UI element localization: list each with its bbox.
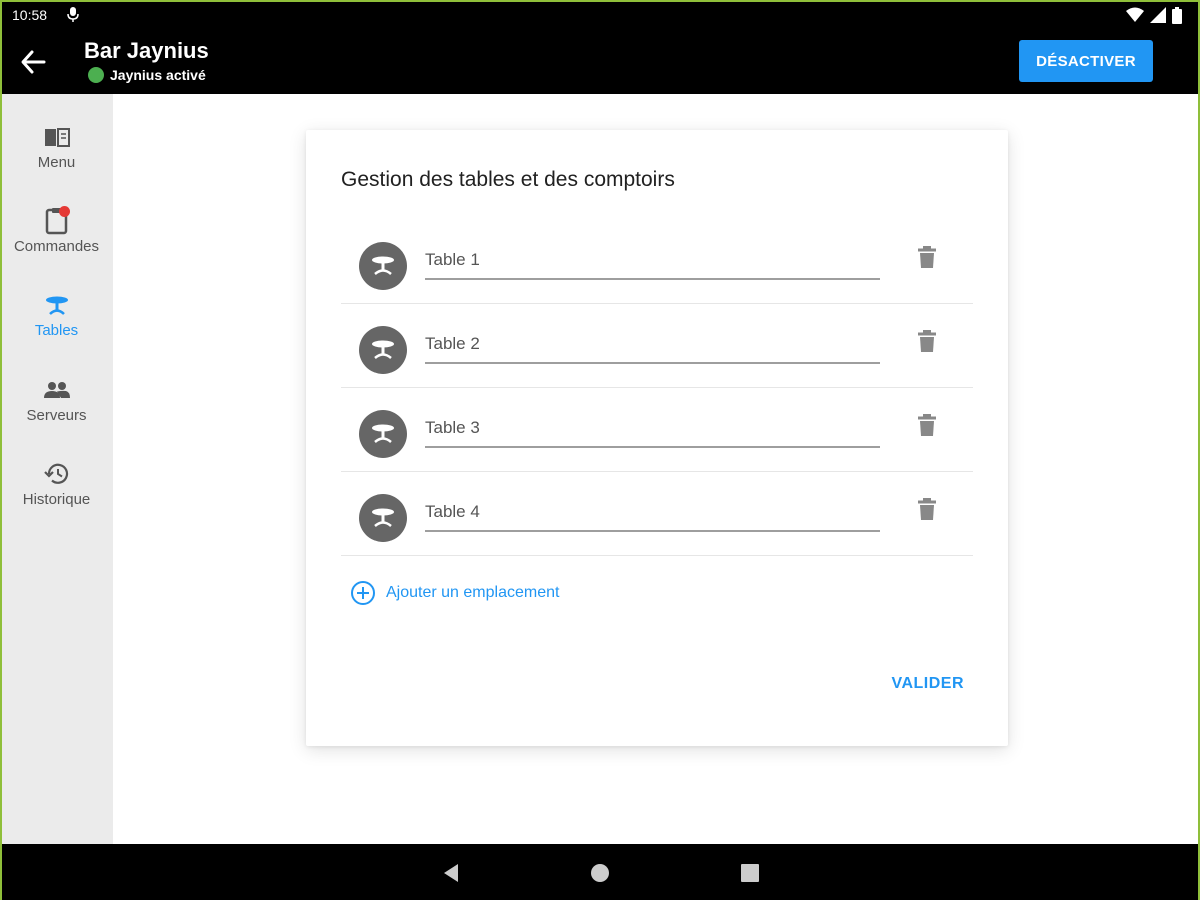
table-avatar-icon (359, 242, 407, 290)
add-location-button[interactable]: Ajouter un emplacement (350, 580, 559, 606)
system-icons (1126, 6, 1182, 24)
sidebar-item-historique[interactable]: Historique (0, 459, 113, 529)
sidebar: Menu Commandes Tables Serveurs Historiqu… (0, 94, 113, 844)
history-icon (42, 459, 72, 489)
status-line: Jaynius activé (88, 67, 206, 83)
sidebar-item-label: Historique (22, 491, 91, 508)
sidebar-item-serveurs[interactable]: Serveurs (0, 375, 113, 445)
table-avatar-icon (359, 326, 407, 374)
status-text: Jaynius activé (110, 67, 206, 83)
delete-icon[interactable] (915, 496, 939, 522)
add-circle-icon (351, 581, 375, 605)
table-row: Table 4 (341, 472, 973, 556)
delete-icon[interactable] (915, 328, 939, 354)
table-row: Table 1 (341, 220, 973, 304)
wifi-icon (1126, 7, 1144, 22)
table-row: Table 2 (341, 304, 973, 388)
status-dot-icon (88, 67, 104, 83)
home-circle-icon[interactable] (589, 862, 611, 884)
sidebar-item-tables[interactable]: Tables (0, 290, 113, 360)
add-location-label: Ajouter un emplacement (386, 584, 560, 601)
menu-book-icon (42, 122, 72, 152)
back-arrow-icon[interactable] (18, 48, 48, 76)
status-bar: 10:58 (0, 0, 1200, 30)
validate-button[interactable]: VALIDER (891, 675, 964, 693)
delete-icon[interactable] (915, 244, 939, 270)
table-avatar-icon (359, 410, 407, 458)
table-name-input[interactable]: Table 1 (425, 240, 880, 280)
card-title: Gestion des tables et des comptoirs (341, 168, 675, 191)
orders-icon (42, 206, 72, 236)
sidebar-item-label: Serveurs (26, 407, 87, 424)
battery-icon (1172, 6, 1182, 24)
status-time: 10:58 (12, 7, 48, 23)
mic-icon (67, 7, 79, 22)
table-name-input[interactable]: Table 3 (425, 408, 880, 448)
table-icon (42, 290, 72, 320)
tables-card: Gestion des tables et des comptoirs Tabl… (306, 130, 1008, 746)
recents-square-icon[interactable] (739, 862, 761, 884)
table-avatar-icon (359, 494, 407, 542)
sidebar-item-label: Tables (34, 322, 79, 339)
system-nav-bar (0, 844, 1200, 900)
app-bar: Bar Jaynius Jaynius activé DÉSACTIVER (0, 30, 1200, 94)
sidebar-item-label: Menu (37, 154, 76, 171)
notification-badge (58, 206, 70, 217)
table-name-input[interactable]: Table 4 (425, 492, 880, 532)
people-icon (42, 375, 72, 405)
delete-icon[interactable] (915, 412, 939, 438)
page-title: Bar Jaynius (84, 38, 209, 63)
table-row: Table 3 (341, 388, 973, 472)
sidebar-item-menu[interactable]: Menu (0, 122, 113, 192)
sidebar-item-label: Commandes (13, 238, 100, 255)
deactivate-button[interactable]: DÉSACTIVER (1019, 40, 1153, 82)
back-triangle-icon[interactable] (440, 862, 462, 884)
sidebar-item-commandes[interactable]: Commandes (0, 206, 113, 276)
signal-icon (1150, 7, 1166, 23)
table-name-input[interactable]: Table 2 (425, 324, 880, 364)
